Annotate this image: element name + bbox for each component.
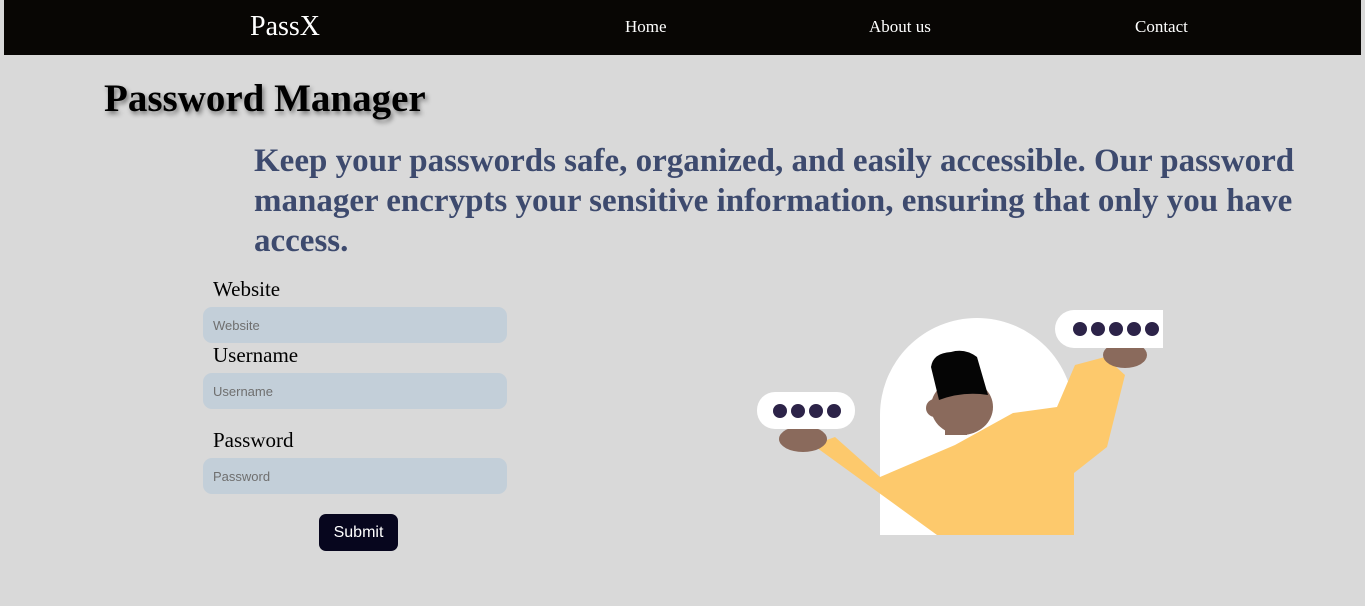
- nav-link-contact[interactable]: Contact: [1135, 17, 1188, 37]
- nav-link-home[interactable]: Home: [625, 17, 667, 37]
- brand-logo[interactable]: PassX: [250, 10, 320, 44]
- page-title: Password Manager: [104, 77, 426, 120]
- top-navbar: PassX Home About us Contact: [4, 0, 1361, 55]
- submit-button[interactable]: Submit: [319, 514, 398, 551]
- website-label: Website: [213, 277, 281, 301]
- website-input[interactable]: [203, 307, 507, 343]
- illustration-svg: [757, 310, 1163, 535]
- username-label: Username: [213, 343, 299, 367]
- nav-link-about-us[interactable]: About us: [869, 17, 931, 37]
- password-label: Password: [213, 428, 294, 452]
- tagline: Keep your passwords safe, organized, and…: [254, 143, 1295, 259]
- password-input[interactable]: [203, 458, 507, 494]
- username-input[interactable]: [203, 373, 507, 409]
- person-holding-passwords-illustration: [755, 305, 1167, 540]
- left-hand: [779, 426, 827, 452]
